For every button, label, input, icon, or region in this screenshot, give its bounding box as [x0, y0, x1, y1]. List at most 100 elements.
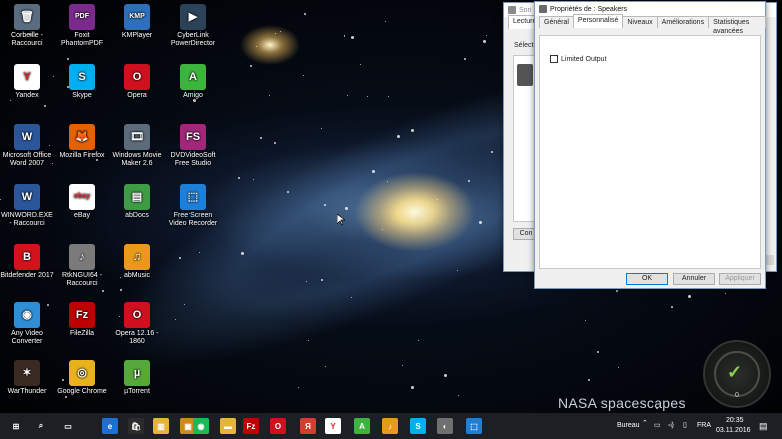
app-icon: PDF [69, 4, 95, 30]
desktop-icon-label: Corbeille - Raccourci [11, 32, 43, 47]
desktop-icon[interactable]: FS DVDVideoSoft Free Studio [166, 124, 220, 168]
desktop-icon[interactable]: 🗑 Corbeille - Raccourci [0, 4, 54, 48]
desktop-icon[interactable]: KMP KMPlayer [110, 4, 164, 40]
desktop-icon[interactable]: ✶ WarThunder [0, 360, 54, 396]
desktop-icon-label: RtkNGUI64 - Raccourci [61, 272, 103, 287]
folder-icon[interactable]: ▬ [220, 418, 236, 434]
ok-button[interactable]: OK [626, 273, 668, 285]
desktop-icon[interactable]: ◎ Google Chrome [55, 360, 109, 396]
app-icon: O [124, 302, 150, 328]
clock-time[interactable]: 20:35 [726, 417, 744, 424]
limited-output-checkbox[interactable] [550, 55, 558, 63]
yandex-icon[interactable]: Y [325, 418, 341, 434]
sound-window-scrollbar[interactable] [766, 255, 774, 265]
volume-icon[interactable]: ◃) [668, 421, 674, 429]
desktop-icon[interactable]: B Bitdefender 2017 [0, 244, 54, 280]
filezilla-icon[interactable]: Fz [243, 418, 259, 434]
desktop[interactable]: 🗑 Corbeille - Raccourci PDF Foxit PhantomPD… [0, 0, 782, 413]
star [688, 295, 691, 298]
desktop-icon[interactable]: ebay eBay [55, 184, 109, 220]
desktop-icon[interactable]: O Opera 12.16 - 1860 [110, 302, 164, 346]
star [344, 36, 345, 37]
tab-niveaux[interactable]: Niveaux [622, 16, 658, 28]
desktop-icon[interactable]: ▤ abDocs [110, 184, 164, 220]
desktop-icon[interactable]: Y Yandex [0, 64, 54, 100]
star [345, 207, 348, 210]
clock-date[interactable]: 03.11.2016 [716, 427, 751, 434]
desktop-icon-label: eBay [74, 212, 90, 219]
desktop-icon[interactable]: ◉ Any Video Converter [0, 302, 54, 346]
desktop-icon[interactable]: 🦊 Mozilla Firefox [55, 124, 109, 160]
desktop-icon[interactable]: ⬚ Free Screen Video Recorder [166, 184, 220, 228]
notifications-icon[interactable]: ▤ [759, 421, 768, 432]
tab-personnalis-[interactable]: Personnalisé [572, 14, 624, 28]
desktop-toolbar-label[interactable]: Bureau [617, 422, 640, 429]
tab-am-liorations[interactable]: Améliorations [656, 16, 710, 28]
app-icon: ♪ [69, 244, 95, 270]
star [298, 387, 299, 388]
star [486, 35, 487, 36]
desktop-icon[interactable]: O Opera [110, 64, 164, 100]
app-icon: ✶ [14, 360, 40, 386]
star [725, 293, 726, 294]
desktop-icon[interactable]: ▶ CyberLink PowerDirector [166, 4, 220, 48]
edge-icon[interactable]: e [102, 418, 118, 434]
desktop-icon-label: Any Video Converter [11, 330, 43, 345]
desktop-icon-label: Amigo [183, 92, 203, 99]
task-view-icon[interactable]: ▭ [60, 418, 76, 434]
store-icon[interactable]: 🛍 [128, 418, 144, 434]
desktop-icon[interactable]: PDF Foxit PhantomPDF [55, 4, 109, 48]
desktop-icon[interactable]: W WINWORD.EXE - Raccourci [0, 184, 54, 228]
star [444, 374, 447, 377]
tab-statistiques-avanc-es[interactable]: Statistiques avancées [708, 16, 766, 35]
desktop-icon-label: CyberLink PowerDirector [170, 32, 216, 47]
star [199, 252, 200, 253]
speaker-device-icon[interactable] [517, 64, 533, 86]
skype-icon[interactable]: S [410, 418, 426, 434]
star [344, 35, 345, 36]
network-icon[interactable]: ▭ [654, 421, 661, 429]
battery-icon[interactable]: ▯ [683, 421, 687, 429]
desktop-icon-label: Microsoft Office Word 2007 [2, 152, 52, 167]
desktop-icon[interactable]: ♪ RtkNGUI64 - Raccourci [55, 244, 109, 288]
desktop-icon[interactable]: µ µTorrent [110, 360, 164, 396]
star [280, 31, 281, 32]
yandex-browser-icon[interactable]: Я [300, 418, 316, 434]
desktop-icon[interactable]: 🎞 Windows Movie Maker 2.6 [110, 124, 164, 168]
star [347, 95, 348, 96]
apply-button[interactable]: Appliquer [719, 273, 761, 285]
search-icon[interactable]: ⌕ [33, 418, 49, 434]
limited-output-row[interactable]: Limited Output [550, 55, 607, 63]
desktop-icon[interactable]: S Skype [55, 64, 109, 100]
desktop-icon-label: µTorrent [124, 388, 150, 395]
cancel-button[interactable]: Annuler [673, 273, 715, 285]
app-icon: ♫ [124, 244, 150, 270]
star [372, 170, 375, 173]
app-icon: 🗑 [14, 4, 40, 30]
properties-titlebar[interactable]: Propriétés de : Speakers [535, 2, 765, 16]
spotify-icon[interactable]: ◉ [193, 418, 209, 434]
desktop-icon[interactable]: ♫ abMusic [110, 244, 164, 280]
chevron-up-icon[interactable]: ⌃ [642, 419, 648, 427]
sound-app-icon[interactable]: ◐ [437, 418, 453, 434]
star [397, 135, 400, 138]
opera-icon[interactable]: O [270, 418, 286, 434]
explorer-icon[interactable]: ▥ [153, 418, 169, 434]
amigo-icon[interactable]: A [354, 418, 370, 434]
app-icon: S [69, 64, 95, 90]
speaker-properties-window[interactable]: Propriétés de : Speakers Général Personna… [534, 1, 766, 289]
star [411, 216, 412, 217]
music-icon[interactable]: ♪ [382, 418, 398, 434]
app-icon: ◉ [14, 302, 40, 328]
desktop-icon[interactable]: A Amigo [166, 64, 220, 100]
tab-g-n-ral[interactable]: Général [539, 16, 574, 28]
language-indicator[interactable]: FRA [697, 422, 711, 429]
desktop-icon[interactable]: Fz FileZilla [55, 302, 109, 338]
start-icon[interactable]: ⊞ [8, 418, 24, 434]
star [491, 151, 493, 153]
app-icon: ◎ [69, 360, 95, 386]
clock-gadget[interactable]: ✓ 0 [703, 340, 771, 408]
star [464, 58, 466, 60]
desktop-icon[interactable]: W Microsoft Office Word 2007 [0, 124, 54, 168]
screen-recorder-icon[interactable]: ⬚ [466, 418, 482, 434]
